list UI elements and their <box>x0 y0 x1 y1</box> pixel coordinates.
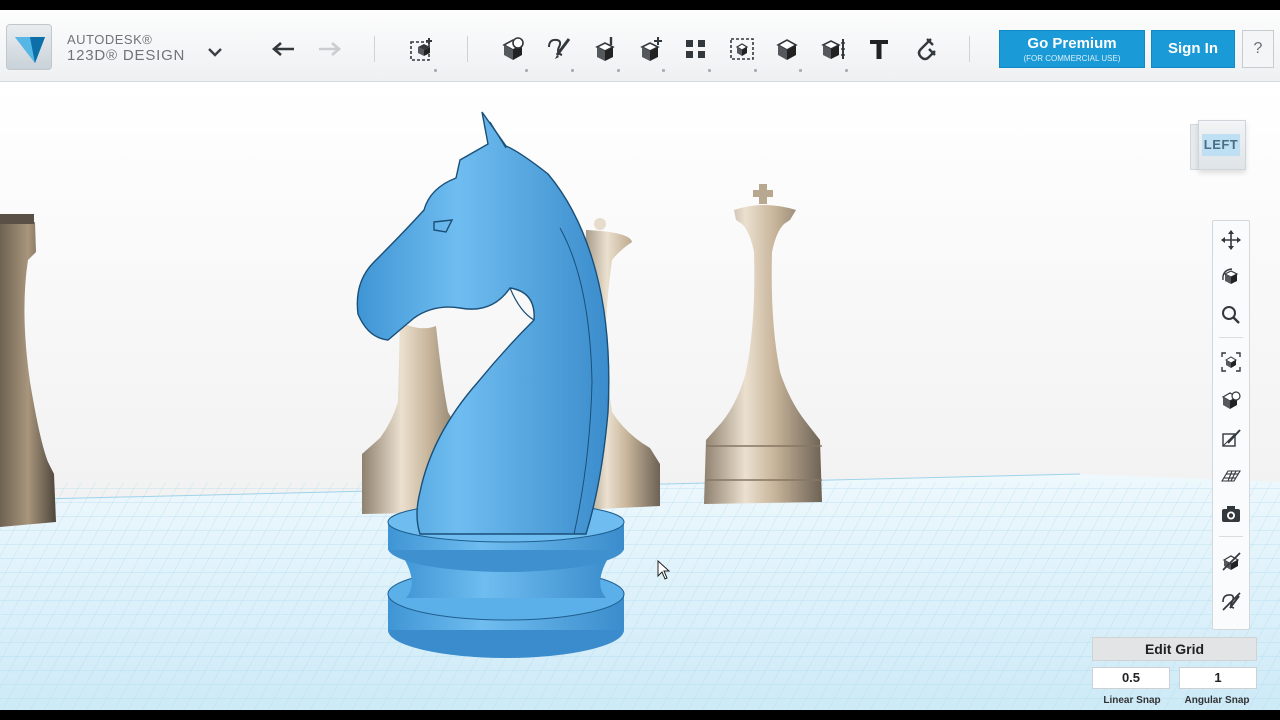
materials-icon[interactable] <box>1217 424 1245 452</box>
top-toolbar: AUTODESK® 123D® DESIGN Go Premium (FOR C… <box>0 10 1280 82</box>
go-premium-button[interactable]: Go Premium (FOR COMMERCIAL USE) <box>999 30 1145 68</box>
dropdown-indicator <box>799 69 802 72</box>
primitives-icon[interactable] <box>496 32 530 72</box>
orbit-icon[interactable] <box>1217 263 1245 291</box>
sketch-icon[interactable] <box>542 32 576 72</box>
hide-sketch-icon[interactable] <box>1217 587 1245 615</box>
premium-label: Go Premium <box>1027 35 1117 52</box>
help-button[interactable]: ? <box>1242 30 1274 68</box>
rook-piece[interactable] <box>0 214 56 527</box>
dropdown-indicator <box>708 69 711 72</box>
dropdown-indicator <box>617 69 620 72</box>
nav-divider <box>1219 536 1243 537</box>
mouse-cursor-icon <box>657 560 671 580</box>
main-menu-chevron-icon[interactable] <box>204 44 226 60</box>
dropdown-indicator <box>662 69 665 72</box>
undo-icon[interactable] <box>267 32 301 66</box>
linear-snap-label: Linear Snap <box>1103 695 1161 706</box>
nav-divider <box>1219 337 1243 338</box>
toolbar-divider <box>467 36 468 62</box>
view-cube[interactable]: LEFT <box>1190 120 1250 176</box>
grid-toggle-icon[interactable] <box>1217 462 1245 490</box>
premium-sublabel: (FOR COMMERCIAL USE) <box>1023 54 1121 63</box>
brand-product: 123D® DESIGN <box>67 47 186 64</box>
snap-icon[interactable] <box>908 32 942 66</box>
measure-icon[interactable] <box>816 32 850 72</box>
combine-icon[interactable] <box>770 32 804 72</box>
navigation-bar <box>1212 220 1250 630</box>
fit-icon[interactable] <box>1217 348 1245 376</box>
transform-icon[interactable] <box>405 32 439 72</box>
pattern-icon[interactable] <box>679 32 713 72</box>
sign-in-button[interactable]: Sign In <box>1151 30 1235 68</box>
king-piece[interactable] <box>704 184 822 504</box>
app-logo[interactable] <box>6 24 52 70</box>
show-hide-icon[interactable] <box>1217 547 1245 575</box>
toolbar-divider <box>969 36 970 62</box>
brand-company: AUTODESK® <box>67 32 153 47</box>
construct-icon[interactable] <box>588 32 622 72</box>
dropdown-indicator <box>434 69 437 72</box>
edit-grid-panel: Edit Grid 0.5 1 Linear Snap Angular Snap <box>1092 637 1257 709</box>
angular-snap-label: Angular Snap <box>1184 695 1250 706</box>
app-brand: AUTODESK® 123D® DESIGN <box>67 32 185 64</box>
dropdown-indicator <box>525 69 528 72</box>
screenshot-icon[interactable] <box>1217 500 1245 528</box>
dropdown-indicator <box>754 69 757 72</box>
pan-icon[interactable] <box>1217 226 1245 254</box>
redo-icon[interactable] <box>312 32 346 66</box>
edit-grid-button[interactable]: Edit Grid <box>1092 637 1257 661</box>
view-cube-label[interactable]: LEFT <box>1202 134 1240 156</box>
linear-snap-field[interactable]: 0.5 <box>1092 667 1170 689</box>
grouping-icon[interactable] <box>725 32 759 72</box>
scene-canvas <box>0 111 1280 710</box>
view-mode-icon[interactable] <box>1217 386 1245 414</box>
app-window: AUTODESK® 123D® DESIGN Go Premium (FOR C… <box>0 10 1280 710</box>
zoom-icon[interactable] <box>1217 301 1245 329</box>
3d-viewport[interactable]: LEFT Edit Grid 0.5 1 Linear Snap Angular… <box>0 82 1280 710</box>
modify-icon[interactable] <box>633 32 667 72</box>
toolbar-divider <box>374 36 375 62</box>
text-icon[interactable] <box>862 32 896 66</box>
angular-snap-field[interactable]: 1 <box>1179 667 1257 689</box>
dropdown-indicator <box>845 69 848 72</box>
dropdown-indicator <box>571 69 574 72</box>
